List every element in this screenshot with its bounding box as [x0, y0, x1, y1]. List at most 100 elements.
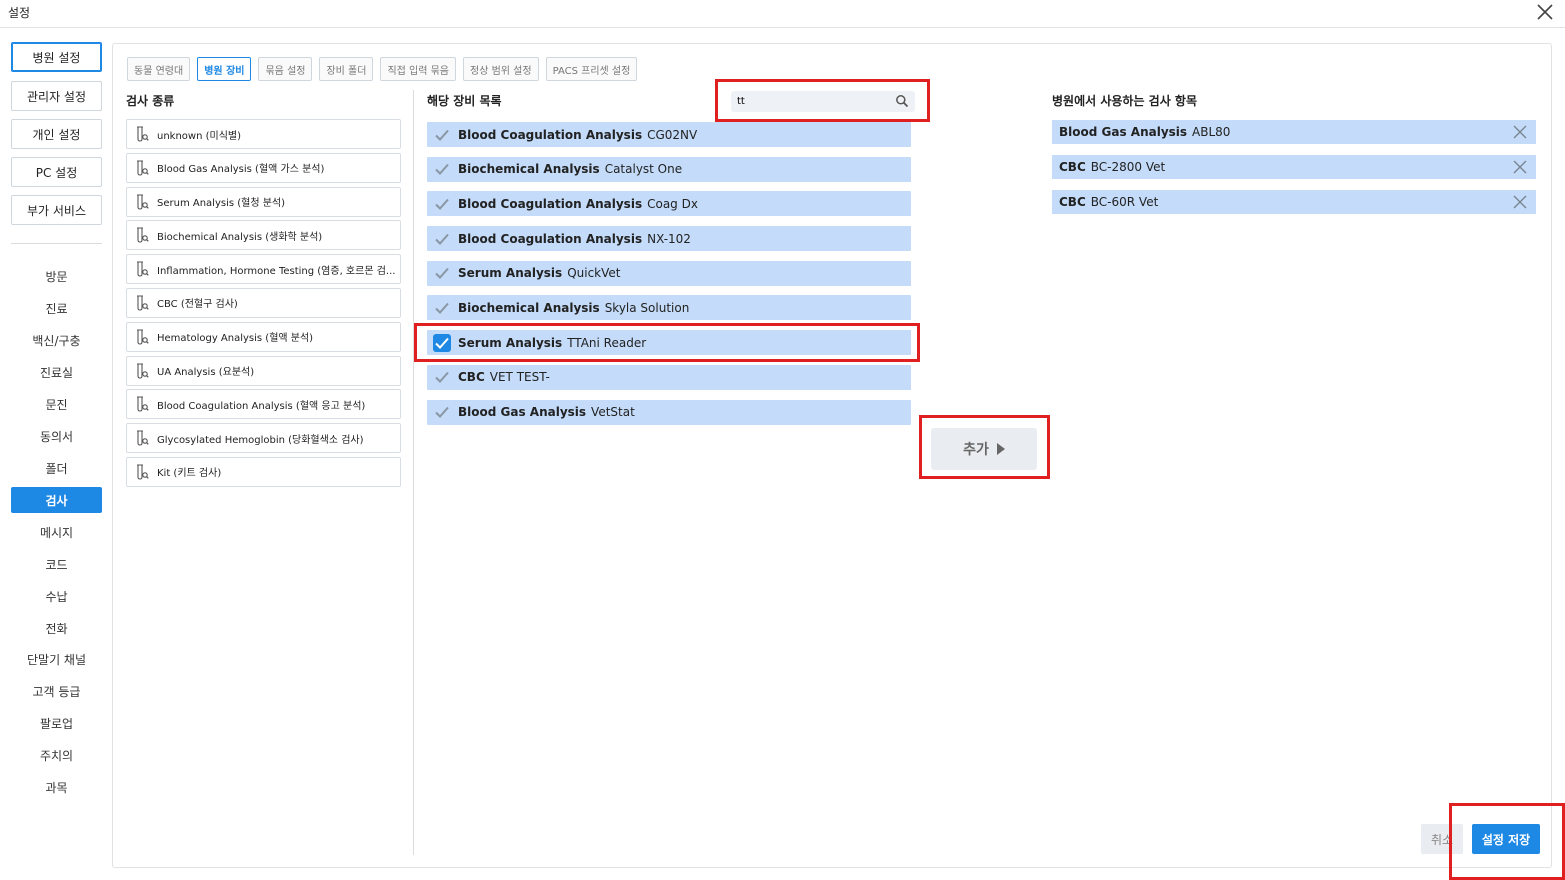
equipment-item[interactable]: Biochemical Analysis Skyla Solution: [427, 295, 911, 321]
category-label: UA Analysis (요분석): [157, 367, 255, 379]
category-label: Blood Gas Analysis (혈액 가스 분석): [157, 164, 325, 176]
unchecked-checkbox[interactable]: [433, 368, 451, 386]
nav-item-folder[interactable]: 폴더: [11, 455, 102, 481]
column-divider: [413, 90, 414, 855]
tab-bundle-settings[interactable]: 묶음 설정: [258, 57, 313, 81]
tab-normal-range[interactable]: 정상 범위 설정: [463, 57, 539, 81]
category-item[interactable]: Blood Gas Analysis (혈액 가스 분석): [126, 152, 401, 183]
equipment-name: QuickVet: [567, 266, 621, 281]
nav-item-subject[interactable]: 과목: [11, 774, 102, 800]
category-item[interactable]: unknown (미식별): [126, 119, 401, 149]
equipment-item[interactable]: Blood Coagulation Analysis Coag Dx: [427, 191, 911, 217]
nav-item-followup[interactable]: 팔로업: [11, 710, 102, 736]
nav-item-terminal-channel[interactable]: 단말기 채널: [11, 646, 102, 672]
category-label: unknown (미식별): [157, 130, 242, 142]
nav-item-message[interactable]: 메시지: [11, 519, 102, 545]
unchecked-checkbox[interactable]: [433, 230, 451, 248]
category-item[interactable]: UA Analysis (요분석): [126, 355, 401, 386]
nav-item-questionnaire[interactable]: 문진: [11, 391, 102, 417]
tab-pacs-preset[interactable]: PACS 프리셋 설정: [545, 57, 638, 81]
nav-item-exam-room[interactable]: 진료실: [11, 359, 102, 385]
nav-item-primary-doctor[interactable]: 주치의: [11, 742, 102, 768]
add-button[interactable]: 추가: [931, 428, 1037, 470]
nav-button-pc-settings[interactable]: PC 설정: [11, 157, 102, 187]
unchecked-checkbox[interactable]: [433, 195, 451, 213]
equipment-item[interactable]: Serum Analysis TTAni Reader: [427, 330, 911, 356]
checkmark-icon: [435, 198, 449, 210]
search-box: [731, 91, 915, 112]
equipment-item[interactable]: Blood Coagulation Analysis CG02NV: [427, 122, 911, 147]
unchecked-checkbox[interactable]: [433, 403, 451, 421]
tab-equipment-folder[interactable]: 장비 폴더: [319, 57, 374, 81]
remove-icon[interactable]: [1512, 194, 1528, 210]
nav-item-vaccine[interactable]: 백신/구충: [11, 327, 102, 353]
unchecked-checkbox[interactable]: [433, 160, 451, 178]
category-column-title: 검사 종류: [126, 94, 175, 108]
equipment-item[interactable]: Serum Analysis QuickVet: [427, 260, 911, 286]
equipment-name: Coag Dx: [647, 196, 698, 211]
test-tube-search-icon: [137, 160, 149, 176]
test-tube-search-icon: [137, 227, 149, 243]
unchecked-checkbox[interactable]: [433, 126, 451, 144]
nav-divider: [11, 243, 102, 244]
nav-button-hospital-settings[interactable]: 병원 설정: [11, 42, 102, 72]
category-item[interactable]: Inflammation, Hormone Testing (염증, 호르몬 검…: [126, 254, 401, 285]
close-icon[interactable]: [1535, 2, 1555, 22]
equipment-item[interactable]: Blood Gas Analysis VetStat: [427, 399, 911, 425]
play-icon: [996, 443, 1005, 455]
nav-item-treatment[interactable]: 진료: [11, 295, 102, 321]
equipment-name: VetStat: [591, 405, 635, 419]
tab-hospital-equipment[interactable]: 병원 장비: [197, 57, 252, 81]
category-list: unknown (미식별) Blood Gas Analysis (혈액 가스 분…: [126, 119, 401, 491]
equipment-item[interactable]: CBC VET TEST-: [427, 364, 911, 390]
equipment-item[interactable]: Blood Coagulation Analysis NX-102: [427, 226, 911, 252]
nav-button-personal-settings[interactable]: 개인 설정: [11, 119, 102, 149]
cancel-button[interactable]: 취소: [1421, 824, 1463, 854]
nav-item-payment[interactable]: 수납: [11, 583, 102, 609]
category-item[interactable]: Biochemical Analysis (생화학 분석): [126, 220, 401, 251]
tab-direct-input-bundle[interactable]: 직접 입력 묶음: [380, 57, 457, 81]
checkmark-icon: [435, 268, 449, 280]
test-tube-search-icon: [137, 464, 149, 480]
remove-icon[interactable]: [1512, 159, 1528, 175]
category-item[interactable]: Glycosylated Hemoglobin (당화혈색소 검사): [126, 423, 401, 454]
category-label: Kit (키트 검사): [157, 468, 222, 480]
category-item[interactable]: Hematology Analysis (혈액 분석): [126, 321, 401, 352]
unchecked-checkbox[interactable]: [433, 299, 451, 317]
equipment-category: Biochemical Analysis: [458, 162, 600, 177]
checkmark-icon: [435, 129, 449, 141]
remove-icon[interactable]: [1512, 124, 1528, 140]
search-icon[interactable]: [895, 94, 909, 108]
equipment-name: CG02NV: [647, 127, 698, 142]
equipment-category: Blood Coagulation Analysis: [458, 127, 643, 142]
category-item[interactable]: Blood Coagulation Analysis (혈액 응고 분석): [126, 389, 401, 420]
category-label: CBC (전혈구 검사): [157, 299, 238, 311]
checkmark-icon: [435, 406, 449, 418]
nav-button-admin-settings[interactable]: 관리자 설정: [11, 81, 102, 111]
nav-item-customer-grade[interactable]: 고객 등급: [11, 678, 102, 704]
used-items-list: Blood Gas Analysis ABL80 CBC BC-2800 Vet CBC…: [1052, 120, 1536, 225]
category-item[interactable]: CBC (전혈구 검사): [126, 287, 401, 318]
equipment-category: Blood Gas Analysis: [458, 405, 587, 419]
unchecked-checkbox[interactable]: [433, 264, 451, 282]
save-settings-button[interactable]: 설정 저장: [1472, 824, 1540, 854]
nav-item-consent[interactable]: 동의서: [11, 423, 102, 449]
nav-item-code[interactable]: 코드: [11, 551, 102, 577]
nav-item-test[interactable]: 검사: [11, 487, 102, 513]
equipment-category: Serum Analysis: [458, 335, 563, 350]
checkmark-icon: [435, 164, 449, 176]
checked-checkbox[interactable]: [433, 333, 451, 352]
nav-item-visit[interactable]: 방문: [11, 263, 102, 289]
category-item[interactable]: Serum Analysis (혈청 분석): [126, 186, 401, 217]
test-tube-search-icon: [137, 194, 149, 210]
equipment-item[interactable]: Biochemical Analysis Catalyst One: [427, 156, 911, 182]
category-item[interactable]: Kit (키트 검사): [126, 456, 401, 487]
search-input[interactable]: [737, 93, 887, 110]
checkmark-icon: [435, 302, 449, 314]
category-label: Blood Coagulation Analysis (혈액 응고 분석): [157, 400, 366, 412]
equipment-name: VET TEST-: [489, 370, 550, 385]
tab-animal-age[interactable]: 동물 연령대: [127, 57, 191, 81]
test-tube-search-icon: [137, 126, 149, 142]
nav-item-phone[interactable]: 전화: [11, 615, 102, 641]
nav-button-addon-services[interactable]: 부가 서비스: [11, 195, 102, 225]
